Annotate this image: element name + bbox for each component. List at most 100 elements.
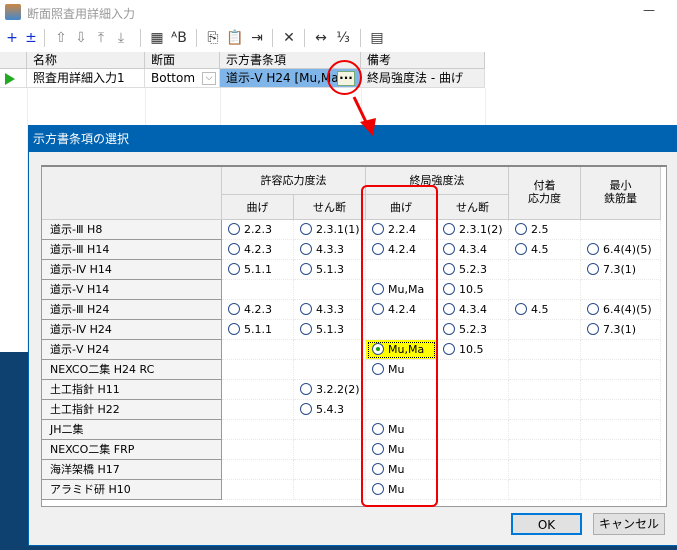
toolbar-separator — [272, 29, 273, 47]
radio-button[interactable] — [300, 263, 312, 275]
cell-name[interactable]: 照査用詳細入力1 — [27, 69, 145, 88]
row-label: 道示-Ⅲ H8 — [42, 220, 222, 240]
row-label: 土工指針 H11 — [42, 380, 222, 400]
expand-width-icon[interactable]: ↔ — [312, 29, 330, 47]
radio-button[interactable] — [228, 263, 240, 275]
column-header-section[interactable]: 断面 — [145, 52, 220, 69]
option-cell[interactable]: 4.2.3 — [222, 240, 294, 260]
option-cell[interactable]: 2.5 — [509, 220, 581, 240]
option-cell — [509, 480, 581, 500]
copy-icon[interactable]: ⎘ — [204, 29, 222, 47]
option-cell[interactable]: 5.2.3 — [437, 260, 509, 280]
option-cell[interactable]: 2.3.1(1) — [294, 220, 366, 240]
radio-button[interactable] — [443, 303, 455, 315]
option-cell[interactable]: 4.2.3 — [222, 300, 294, 320]
radio-button[interactable] — [300, 383, 312, 395]
move-bottom-icon[interactable]: ⤓ — [112, 29, 130, 47]
option-cell — [222, 480, 294, 500]
radio-button[interactable] — [515, 223, 527, 235]
add-icon[interactable]: + — [3, 29, 21, 47]
option-cell[interactable]: 6.4(4)(5) — [581, 240, 661, 260]
radio-button[interactable] — [300, 303, 312, 315]
delete-icon[interactable]: ✕ — [280, 29, 298, 47]
edit-table-icon[interactable]: ▦ — [148, 29, 166, 47]
option-label: 5.2.3 — [459, 323, 487, 336]
export-icon[interactable]: ▤ — [368, 29, 386, 47]
option-cell — [437, 440, 509, 460]
option-cell[interactable]: 6.4(4)(5) — [581, 300, 661, 320]
radio-button[interactable] — [587, 243, 599, 255]
radio-button[interactable] — [300, 243, 312, 255]
radio-button[interactable] — [587, 263, 599, 275]
radio-button[interactable] — [515, 243, 527, 255]
radio-button[interactable] — [228, 303, 240, 315]
option-cell[interactable]: 10.5 — [437, 340, 509, 360]
option-cell[interactable]: 5.1.1 — [222, 320, 294, 340]
option-cell — [437, 400, 509, 420]
radio-button[interactable] — [443, 283, 455, 295]
option-label: 7.3(1) — [603, 323, 637, 336]
radio-button[interactable] — [443, 263, 455, 275]
radio-button[interactable] — [443, 243, 455, 255]
row-label: NEXCO二集 H24 RC — [42, 360, 222, 380]
option-cell[interactable]: 5.4.3 — [294, 400, 366, 420]
radio-button[interactable] — [443, 343, 455, 355]
option-cell[interactable]: 4.3.4 — [437, 240, 509, 260]
radio-button[interactable] — [228, 243, 240, 255]
rename-icon[interactable]: ᴬB — [170, 29, 188, 47]
chevron-down-icon[interactable]: ⌵ — [202, 72, 216, 85]
toolbar-separator — [44, 29, 45, 47]
paste-insert-icon[interactable]: ⇥ — [248, 29, 266, 47]
radio-button[interactable] — [443, 223, 455, 235]
radio-button[interactable] — [300, 403, 312, 415]
option-cell[interactable]: 2.3.1(2) — [437, 220, 509, 240]
radio-button[interactable] — [300, 223, 312, 235]
minimize-button[interactable]: — — [643, 3, 655, 17]
option-cell — [222, 280, 294, 300]
option-cell[interactable]: 5.1.3 — [294, 320, 366, 340]
option-cell[interactable]: 5.1.3 — [294, 260, 366, 280]
option-cell[interactable]: 3.2.2(2) — [294, 380, 366, 400]
option-label: 5.2.3 — [459, 263, 487, 276]
ok-button[interactable]: OK — [511, 513, 582, 535]
radio-button[interactable] — [228, 223, 240, 235]
column-header-note[interactable]: 備考 — [361, 52, 485, 69]
option-cell[interactable]: 4.3.3 — [294, 240, 366, 260]
option-cell — [581, 220, 661, 240]
option-cell[interactable]: 4.3.3 — [294, 300, 366, 320]
number-format-icon[interactable]: ⅓ — [334, 29, 352, 47]
option-cell[interactable]: 10.5 — [437, 280, 509, 300]
option-label: 10.5 — [459, 283, 484, 296]
option-cell[interactable]: 7.3(1) — [581, 260, 661, 280]
insert-icon[interactable]: ± — [22, 29, 40, 47]
option-cell[interactable]: 4.5 — [509, 300, 581, 320]
option-cell[interactable]: 4.5 — [509, 240, 581, 260]
option-label: 5.1.3 — [316, 263, 344, 276]
move-top-icon[interactable]: ⤒ — [92, 29, 110, 47]
option-cell[interactable]: 7.3(1) — [581, 320, 661, 340]
option-cell[interactable]: 4.3.4 — [437, 300, 509, 320]
radio-button[interactable] — [300, 323, 312, 335]
row-label: アラミド研 H10 — [42, 480, 222, 500]
option-cell[interactable]: 5.1.1 — [222, 260, 294, 280]
radio-button[interactable] — [443, 323, 455, 335]
option-cell — [581, 280, 661, 300]
option-cell[interactable]: 2.2.3 — [222, 220, 294, 240]
radio-button[interactable] — [587, 323, 599, 335]
section-dropdown[interactable]: Bottom ⌵ — [145, 69, 220, 88]
cell-note[interactable]: 終局強度法 - 曲げ — [361, 69, 485, 88]
option-cell — [581, 400, 661, 420]
option-cell[interactable]: 5.2.3 — [437, 320, 509, 340]
column-header-name[interactable]: 名称 — [27, 52, 145, 69]
paste-icon[interactable]: 📋 — [226, 29, 244, 47]
option-cell — [509, 380, 581, 400]
cancel-button[interactable]: キャンセル — [593, 513, 665, 535]
corner-header — [42, 167, 222, 220]
radio-button[interactable] — [228, 323, 240, 335]
radio-button[interactable] — [587, 303, 599, 315]
move-down-icon[interactable]: ⇩ — [72, 29, 90, 47]
option-label: 4.2.3 — [244, 303, 272, 316]
option-cell — [509, 400, 581, 420]
move-up-icon[interactable]: ⇧ — [52, 29, 70, 47]
radio-button[interactable] — [515, 303, 527, 315]
